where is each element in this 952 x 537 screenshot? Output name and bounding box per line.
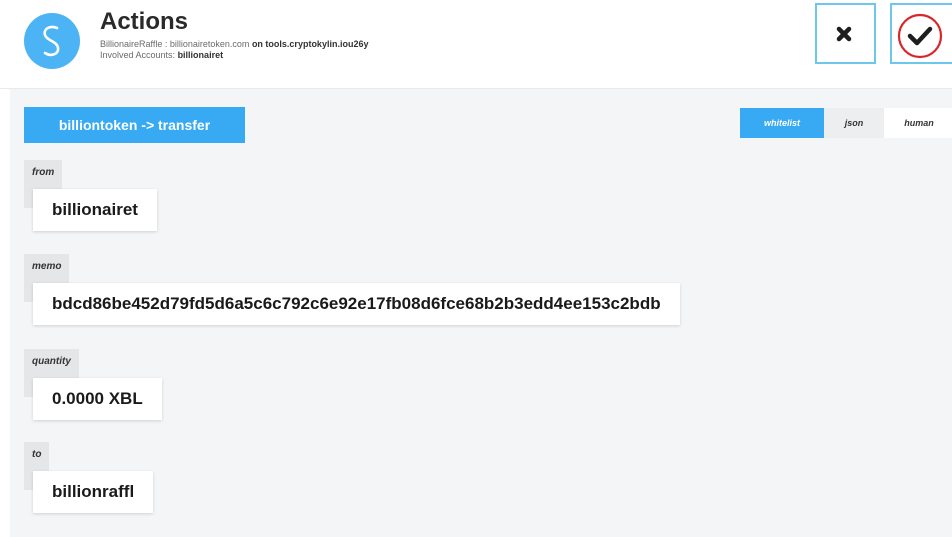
action-panel: billiontoken -> transfer whitelist json … <box>10 89 952 537</box>
contract-line: BillionaireRaffle : billionairetoken.com… <box>100 39 368 50</box>
cancel-button[interactable] <box>815 3 876 64</box>
contract-name: BillionaireRaffle : billionairetoken.com <box>100 39 250 49</box>
view-mode-tabs: whitelist json human <box>740 108 952 138</box>
involved-accounts-label: Involved Accounts: <box>100 50 176 60</box>
close-icon <box>836 26 852 42</box>
tab-human[interactable]: human <box>884 108 952 138</box>
action-title-badge: billiontoken -> transfer <box>24 107 245 143</box>
app-logo-icon <box>24 13 80 69</box>
involved-accounts-line: Involved Accounts: billionairet <box>100 50 223 61</box>
field-value: billionraffl <box>33 471 154 513</box>
tab-json[interactable]: json <box>824 108 884 138</box>
tab-whitelist[interactable]: whitelist <box>740 108 824 138</box>
field-value: billionairet <box>33 189 157 231</box>
field-value: 0.0000 XBL <box>33 378 162 420</box>
field-value: bdcd86be452d79fd5d6a5c6c792c6e92e17fb08d… <box>33 283 680 325</box>
confirm-button[interactable] <box>890 3 952 64</box>
check-icon <box>897 13 943 59</box>
involved-accounts-value: billionairet <box>177 50 224 60</box>
logo-s-glyph-icon <box>43 25 60 57</box>
page-title: Actions <box>100 8 189 35</box>
header-bar: Actions BillionaireRaffle : billionairet… <box>0 0 952 89</box>
network-chain: on tools.cryptokylin.iou26y <box>251 39 369 49</box>
